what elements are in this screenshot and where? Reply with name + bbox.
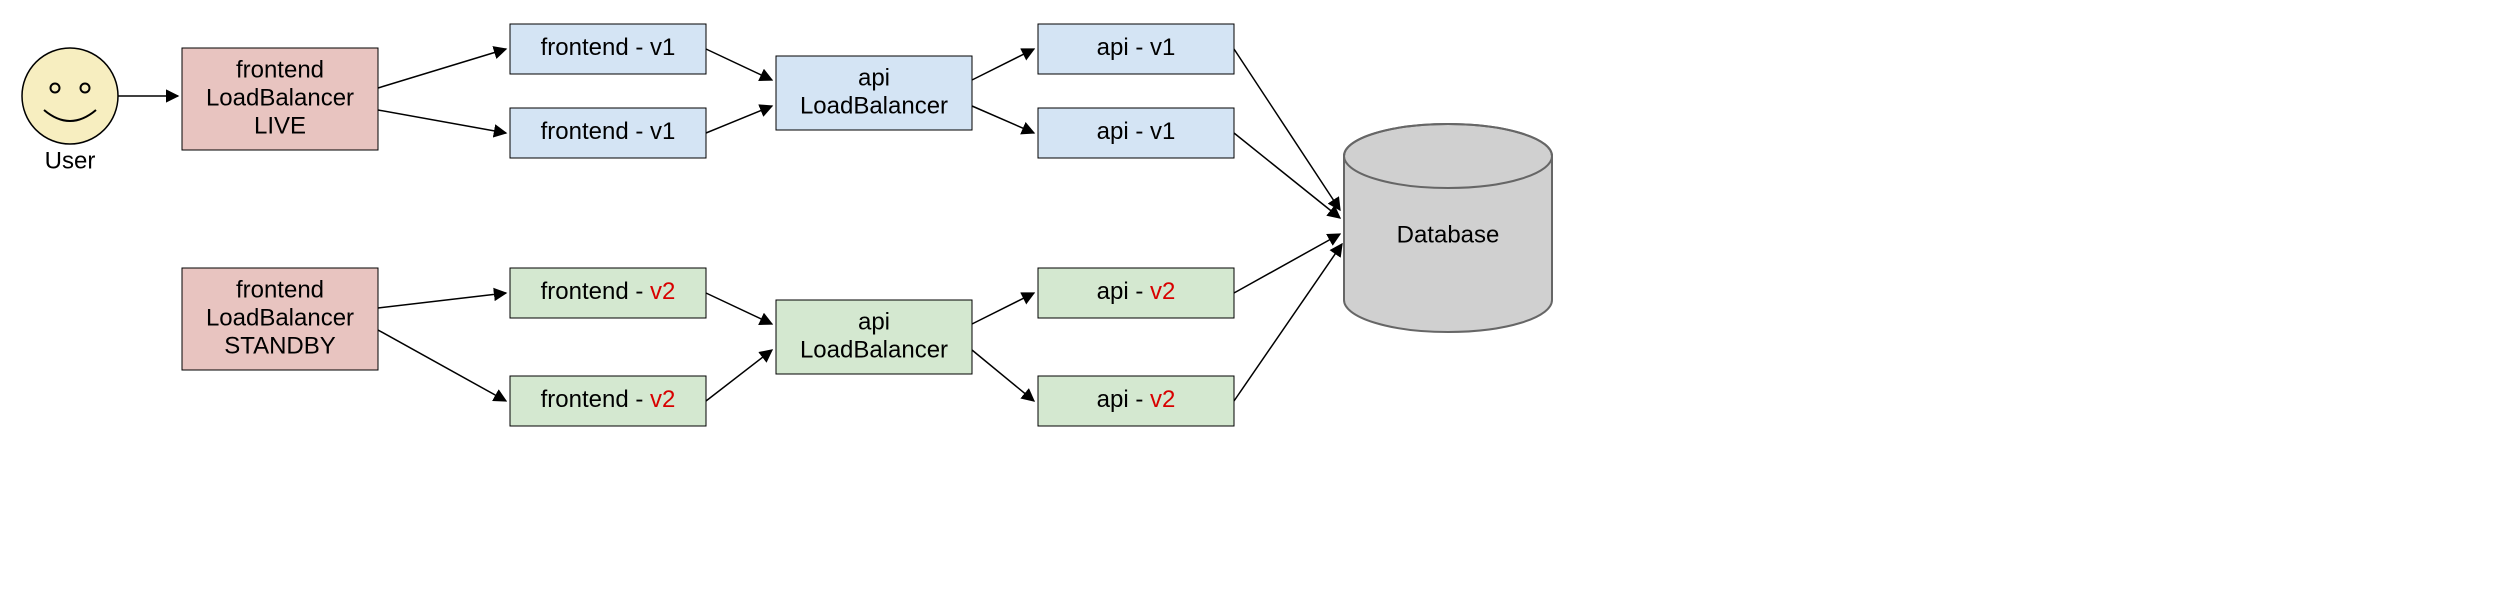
api-node-standby-2: api - v2 [1038,376,1234,426]
frontend-node-standby-2: frontend - v2 [510,376,706,426]
svg-text:api: api [858,308,890,335]
api-lb-live: api LoadBalancer [776,56,972,130]
frontend-node-standby-1: frontend - v2 [510,268,706,318]
svg-text:LIVE: LIVE [254,112,306,139]
svg-text:api: api [858,64,890,91]
svg-text:LoadBalancer: LoadBalancer [800,92,948,119]
api-node-live-1: api - v1 [1038,24,1234,74]
svg-text:LoadBalancer: LoadBalancer [800,336,948,363]
svg-text:LoadBalancer: LoadBalancer [206,84,354,111]
svg-text:frontend: frontend [236,276,324,303]
frontend-node-live-1: frontend - v1 [510,24,706,74]
svg-text:frontend: frontend [236,56,324,83]
svg-text:LoadBalancer: LoadBalancer [206,304,354,331]
frontend-lb-standby: frontend LoadBalancer STANDBY [182,268,378,370]
frontend-lb-live: frontend LoadBalancer LIVE [182,48,378,150]
api-node-live-2: api - v1 [1038,108,1234,158]
user-label: User [45,147,96,174]
svg-text:api - v2: api - v2 [1097,386,1176,413]
svg-text:frontend - v2: frontend - v2 [541,278,676,305]
user-icon [22,48,118,144]
frontend-node-live-2: frontend - v1 [510,108,706,158]
svg-text:frontend - v1: frontend - v1 [541,118,676,145]
svg-text:STANDBY: STANDBY [224,332,336,359]
database-cylinder: Database [1344,124,1552,332]
svg-text:Database: Database [1397,221,1500,248]
svg-text:api - v1: api - v1 [1097,118,1176,145]
svg-text:api - v1: api - v1 [1097,34,1176,61]
svg-text:frontend - v2: frontend - v2 [541,386,676,413]
api-lb-standby: api LoadBalancer [776,300,972,374]
svg-text:frontend - v1: frontend - v1 [541,34,676,61]
api-node-standby-1: api - v2 [1038,268,1234,318]
svg-text:api - v2: api - v2 [1097,278,1176,305]
